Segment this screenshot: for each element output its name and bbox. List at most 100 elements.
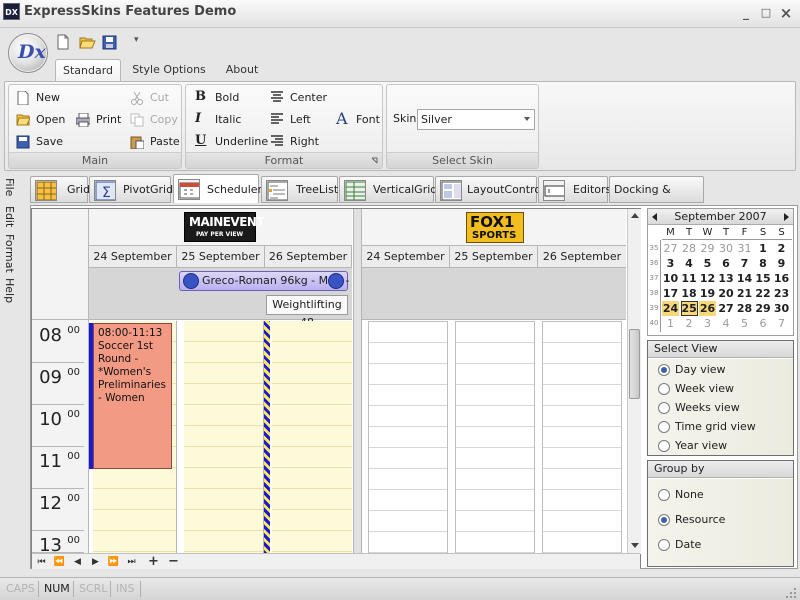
calendar-day[interactable]: 12 — [699, 271, 716, 286]
calendar-day[interactable]: 26 — [699, 301, 716, 316]
remove-button[interactable]: − — [167, 555, 180, 569]
prev-month-icon[interactable] — [652, 213, 657, 221]
calendar-day[interactable]: 7 — [736, 256, 753, 271]
date-header[interactable]: 26 September — [538, 246, 626, 268]
calendar-day[interactable]: 6 — [755, 316, 772, 331]
view-option-weeks[interactable]: Weeks view — [658, 401, 778, 416]
menu-format[interactable]: Format — [3, 234, 16, 273]
tab-grid[interactable]: Grid — [30, 176, 90, 203]
calendar-day[interactable]: 9 — [773, 256, 790, 271]
calendar-day[interactable]: 21 — [736, 286, 753, 301]
day-column[interactable] — [368, 321, 448, 554]
calendar-day[interactable]: 14 — [736, 271, 753, 286]
calendar-day[interactable]: 17 — [662, 286, 679, 301]
calendar-day[interactable]: 25 — [680, 301, 698, 316]
calendar-day[interactable]: 4 — [681, 256, 698, 271]
day-column[interactable] — [184, 321, 264, 554]
day-column[interactable] — [272, 321, 352, 554]
calendar-day[interactable]: 31 — [736, 241, 753, 256]
calendar-day[interactable]: 1 — [755, 241, 772, 256]
open-icon[interactable] — [79, 35, 96, 49]
calendar-day[interactable]: 19 — [699, 286, 716, 301]
tab-pivotgrid[interactable]: Σ PivotGrid — [89, 176, 173, 203]
view-option-year[interactable]: Year view — [658, 439, 778, 454]
next-page-button[interactable]: ⏩ — [107, 555, 120, 569]
tab-treelist[interactable]: TreeList — [261, 176, 338, 203]
add-button[interactable]: + — [147, 555, 160, 569]
calendar-day[interactable]: 20 — [718, 286, 735, 301]
prev-page-button[interactable]: ⏪ — [53, 555, 66, 569]
customize-qat-button[interactable]: ▾ — [134, 35, 139, 45]
day-column[interactable] — [455, 321, 535, 554]
tab-verticalgrid[interactable]: VerticalGrid — [339, 176, 437, 203]
maximize-button[interactable]: □ — [758, 5, 774, 21]
calendar-day[interactable]: 5 — [699, 256, 716, 271]
calendar-day[interactable]: 3 — [662, 256, 679, 271]
minimize-button[interactable]: _ — [738, 5, 754, 21]
calendar-day[interactable]: 18 — [681, 286, 698, 301]
tab-editors[interactable]: Editors — [538, 176, 611, 203]
all-day-area[interactable] — [362, 268, 626, 320]
date-header[interactable]: 24 September — [362, 246, 450, 268]
calendar-day[interactable]: 2 — [773, 241, 790, 256]
calendar-day[interactable]: 16 — [773, 271, 790, 286]
appointment[interactable]: 08:00-11:13 Soccer 1st Round - *Women's … — [93, 323, 172, 469]
group-option-resource[interactable]: Resource — [658, 513, 778, 528]
next-button[interactable]: ▶ — [89, 555, 102, 569]
group-option-none[interactable]: None — [658, 488, 778, 503]
calendar-day[interactable]: 8 — [755, 256, 772, 271]
tab-docking-navbar[interactable]: Docking & NavBar — [609, 176, 704, 222]
calendar-day[interactable]: 3 — [699, 316, 716, 331]
calendar-day[interactable]: 6 — [718, 256, 735, 271]
calendar-day[interactable]: 27 — [718, 301, 735, 316]
calendar-day[interactable]: 28 — [681, 241, 698, 256]
save-icon[interactable] — [102, 35, 117, 50]
scroll-down-icon[interactable] — [631, 543, 639, 548]
calendar-day[interactable]: 2 — [681, 316, 698, 331]
calendar-day[interactable]: 4 — [718, 316, 735, 331]
date-header[interactable]: 25 September — [177, 246, 265, 268]
all-day-event[interactable]: Weightlifting 48 — [266, 295, 348, 329]
tab-style-options[interactable]: Style Options — [128, 59, 210, 82]
tab-standard[interactable]: Standard — [55, 59, 121, 82]
date-header[interactable]: 24 September — [89, 246, 177, 268]
menu-help[interactable]: Help — [3, 278, 16, 303]
calendar-day[interactable]: 7 — [773, 316, 790, 331]
view-option-timegrid[interactable]: Time grid view — [658, 420, 778, 435]
menu-edit[interactable]: Edit — [3, 206, 16, 227]
close-button[interactable]: × — [778, 5, 794, 21]
next-month-icon[interactable] — [784, 213, 789, 221]
calendar-day[interactable]: 28 — [736, 301, 753, 316]
calendar-day[interactable]: 29 — [755, 301, 772, 316]
new-icon[interactable] — [56, 34, 70, 50]
date-header[interactable]: 25 September — [450, 246, 538, 268]
calendar-day[interactable]: 29 — [699, 241, 716, 256]
app-icon[interactable]: DX — [3, 3, 20, 20]
calendar-day[interactable]: 27 — [662, 241, 679, 256]
view-option-day[interactable]: Day view — [658, 363, 778, 378]
calendar-day[interactable]: 30 — [718, 241, 735, 256]
all-day-event[interactable]: Greco-Roman 96kg - Men - — [179, 271, 349, 291]
day-column[interactable] — [542, 321, 622, 554]
calendar-day[interactable]: 23 — [773, 286, 790, 301]
prev-button[interactable]: ◀ — [71, 555, 84, 569]
tab-layoutcontrol[interactable]: LayoutControl — [435, 176, 544, 203]
calendar-day[interactable]: 22 — [755, 286, 772, 301]
last-button[interactable]: ⏭ — [125, 555, 138, 569]
calendar-day[interactable]: 13 — [718, 271, 735, 286]
calendar-day[interactable]: 1 — [662, 316, 679, 331]
scroll-up-icon[interactable] — [631, 213, 639, 218]
resize-grip-icon[interactable] — [785, 587, 797, 599]
calendar-day[interactable]: 10 — [662, 271, 679, 286]
calendar-day[interactable]: 11 — [681, 271, 698, 286]
group-option-date[interactable]: Date — [658, 538, 778, 553]
date-header[interactable]: 26 September — [265, 246, 352, 268]
view-option-week[interactable]: Week view — [658, 382, 778, 397]
scroll-thumb[interactable] — [629, 329, 640, 399]
calendar-day[interactable]: 24 — [662, 301, 679, 316]
calendar-day[interactable]: 5 — [736, 316, 753, 331]
tab-scheduler[interactable]: Scheduler — [173, 174, 262, 203]
calendar-day[interactable]: 15 — [755, 271, 772, 286]
vertical-scrollbar[interactable] — [627, 209, 641, 554]
first-button[interactable]: ⏮ — [35, 555, 48, 569]
